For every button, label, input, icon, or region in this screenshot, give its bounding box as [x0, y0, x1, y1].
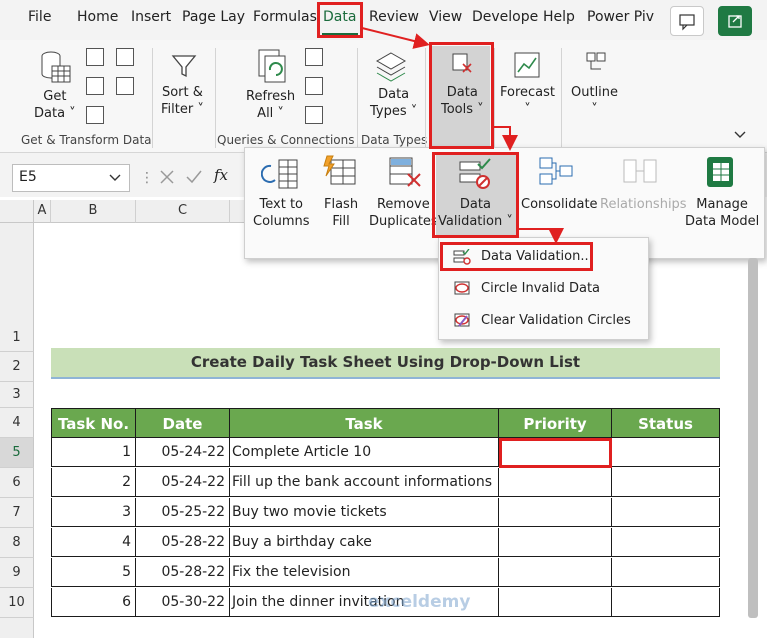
annotation-arrows — [361, 27, 564, 244]
arrow-to-data-validation — [494, 126, 518, 151]
arrow-to-data-tools — [361, 27, 430, 49]
arrow-to-menu-item — [519, 228, 564, 244]
